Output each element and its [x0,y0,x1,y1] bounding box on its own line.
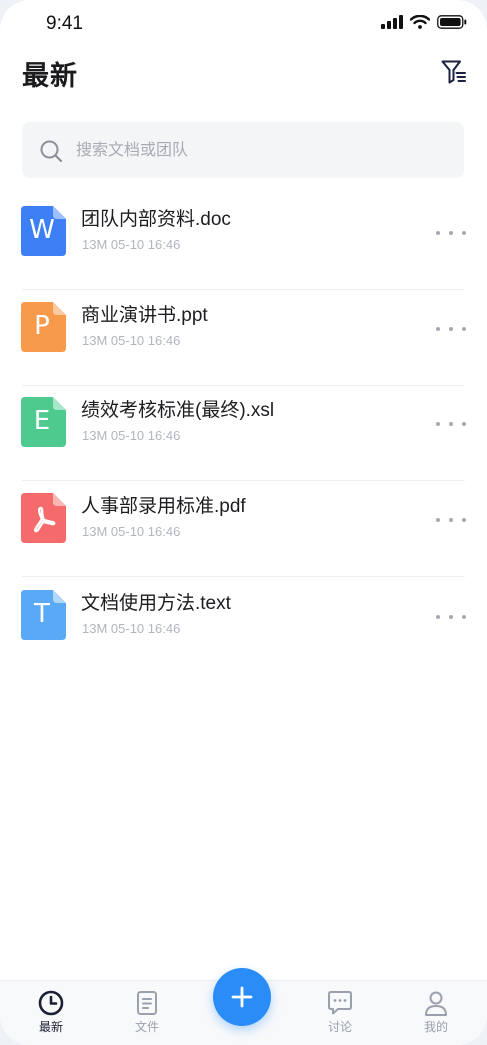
file-type-letter: W [29,215,55,245]
search-bar[interactable] [22,122,464,180]
file-row[interactable]: T 文档使用方法.text 13M 05-10 16:46 [0,578,487,674]
tab-files[interactable]: 文件 [107,981,187,1045]
text-file-icon: T [21,590,66,640]
word-file-icon: W [21,206,66,256]
status-icons [381,15,467,29]
file-meta: 13M 05-10 16:46 [82,621,181,636]
file-name: 绩效考核标准(最终).xsl [81,400,275,421]
file-name: 人事部录用标准.pdf [81,496,246,517]
more-options-button[interactable] [436,610,466,624]
document-icon [137,991,157,1015]
file-name: 文档使用方法.text [81,593,231,614]
file-type-letter: E [33,406,51,436]
excel-file-icon: E [21,397,66,447]
file-name: 团队内部资料.doc [81,209,231,230]
user-icon [425,991,447,1016]
tab-mine[interactable]: 我的 [396,981,476,1045]
plus-icon [231,986,253,1008]
tab-label: 文件 [134,1020,159,1034]
tab-latest[interactable]: 最新 [11,981,91,1045]
signal-icon [381,15,403,29]
more-options-button[interactable] [436,417,466,431]
file-type-letter: T [34,599,50,629]
divider [22,576,465,577]
file-meta: 13M 05-10 16:46 [82,428,181,443]
filter-button[interactable] [440,58,468,86]
file-row[interactable]: W 团队内部资料.doc 13M 05-10 16:46 [0,194,487,290]
clock-icon [38,990,64,1016]
search-icon [40,140,63,163]
file-row[interactable]: P 商业演讲书.ppt 13M 05-10 16:46 [0,290,487,386]
tab-label: 我的 [423,1020,448,1034]
page-title: 最新 [22,61,78,91]
file-meta: 13M 05-10 16:46 [82,333,181,348]
filter-icon [441,60,466,84]
tab-label: 讨论 [327,1020,352,1034]
file-meta: 13M 05-10 16:46 [82,237,181,252]
more-options-button[interactable] [436,226,466,240]
more-options-button[interactable] [436,513,466,527]
chat-icon [328,991,352,1015]
file-meta: 13M 05-10 16:46 [82,524,181,539]
file-name: 商业演讲书.ppt [81,305,208,326]
file-type-letter [21,493,63,541]
app-screen: 9:41 最新 搜索文档或团队 W 团队内部资料.doc 13M 05-10 1… [0,0,487,1045]
pdf-file-icon [21,493,66,543]
file-row[interactable]: E 绩效考核标准(最终).xsl 13M 05-10 16:46 [0,385,487,481]
powerpoint-file-icon: P [21,302,66,352]
add-button[interactable] [213,968,271,1026]
more-options-button[interactable] [436,322,466,336]
tab-label: 最新 [38,1020,63,1034]
file-type-letter: P [34,311,50,341]
search-input[interactable] [74,122,448,180]
battery-icon [437,15,467,29]
status-time: 9:41 [46,13,83,34]
wifi-icon [410,15,430,29]
tab-discussion[interactable]: 讨论 [300,981,380,1045]
file-row[interactable]: 人事部录用标准.pdf 13M 05-10 16:46 [0,481,487,577]
